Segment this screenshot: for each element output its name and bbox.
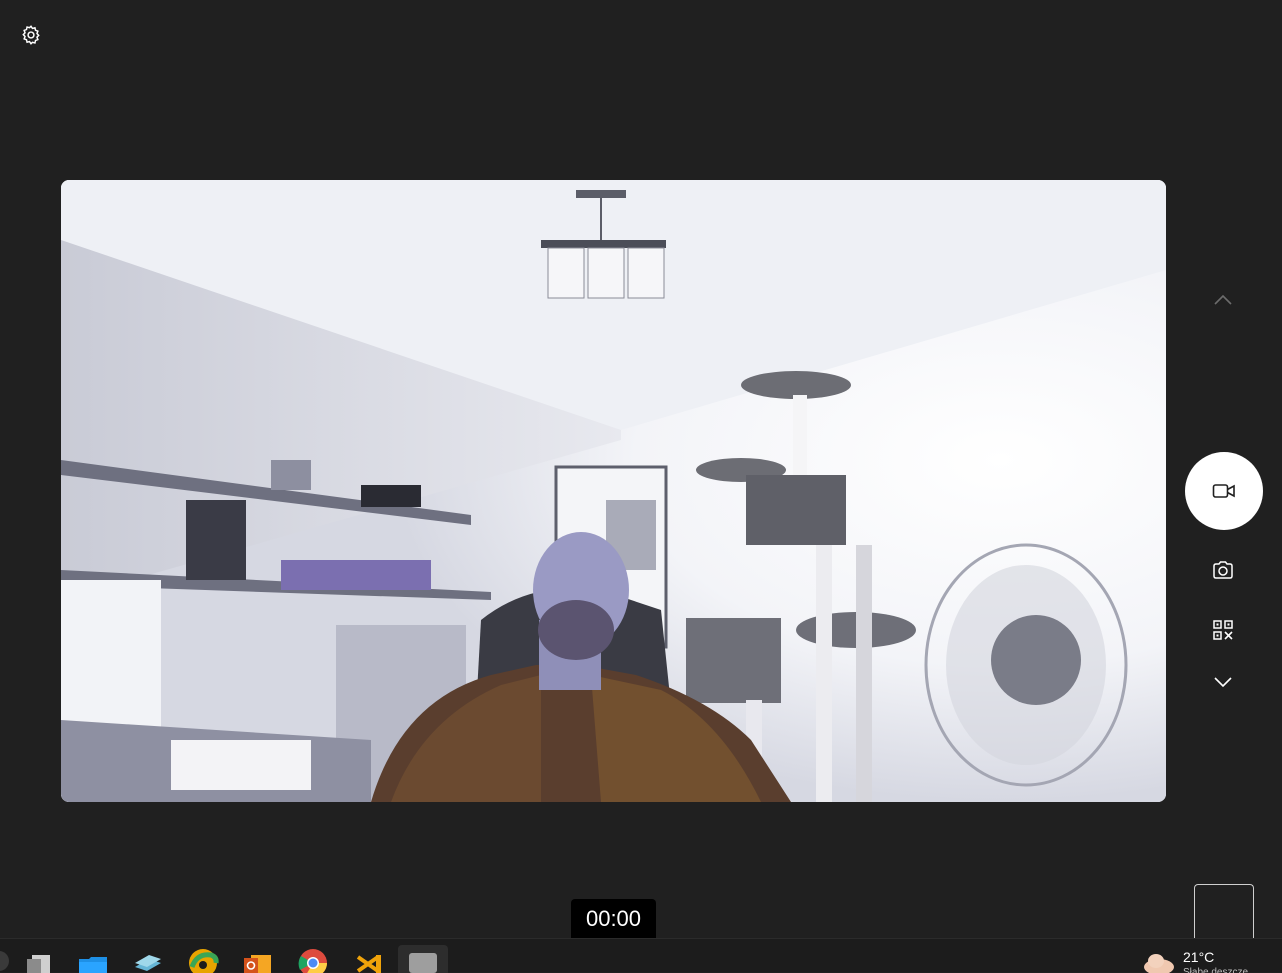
outlook-icon [244,955,271,973]
weather-temperature[interactable]: 21°C [1183,949,1214,965]
video-mode-button[interactable] [1185,452,1263,530]
barcode-mode-button[interactable] [1208,616,1238,644]
photo-mode-button[interactable] [1208,556,1238,584]
scroll-up-button[interactable] [1208,288,1238,312]
last-capture-thumbnail[interactable] [1194,884,1254,938]
taskbar-chrome[interactable] [296,945,330,973]
taskbar-browser[interactable] [186,945,220,973]
taskbar-camera[interactable] [398,945,448,973]
gear-icon [22,25,40,45]
camera-icon [1213,561,1233,579]
qr-code-icon [1213,620,1233,640]
camera-feed-image [61,180,1166,802]
visual-studio-icon [356,955,381,973]
taskbar-file-manager[interactable] [21,945,55,973]
taskbar-app-stack[interactable] [130,945,164,973]
chrome-icon [298,949,327,973]
folder-icon [79,957,107,973]
weather-condition[interactable]: Słabe deszcze [1183,967,1273,973]
document-stack-icon [27,955,50,973]
taskbar-file-explorer[interactable] [76,945,110,973]
taskbar-outlook[interactable] [240,945,274,973]
camera-app-icon [409,953,437,973]
scroll-down-button[interactable] [1208,670,1238,694]
circle-icon [0,951,9,971]
layers-icon [135,955,161,971]
chevron-down-icon [1214,677,1232,688]
video-camera-icon [1212,484,1235,498]
taskbar-visual-studio[interactable] [351,945,385,973]
recording-timer: 00:00 [571,899,656,938]
taskbar: 21°C Słabe deszcze [0,938,1282,973]
camera-preview [61,180,1166,802]
chevron-up-icon [1214,294,1232,305]
settings-button[interactable] [14,19,48,51]
camera-app: 00:00 [0,0,1282,938]
taskbar-partial-item[interactable] [0,945,16,973]
browser-icon [189,949,219,973]
weather-cloud-icon [1144,954,1174,973]
